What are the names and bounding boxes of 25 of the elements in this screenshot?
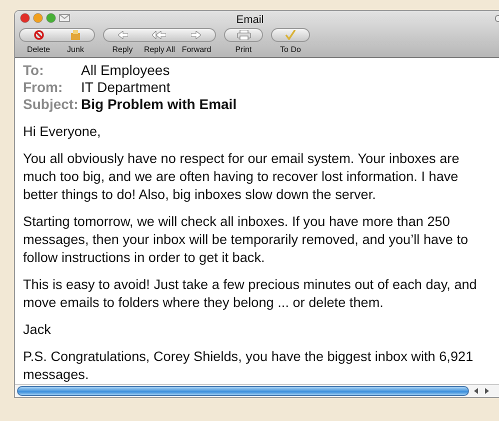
header-value: IT Department [81, 79, 170, 96]
message-paragraph: Jack [23, 321, 52, 339]
header-label: From: [23, 79, 64, 96]
scroll-right-icon[interactable] [483, 387, 491, 395]
message-paragraph: This is easy to avoid! Just take a few precious minutes out of each day, and move emails to folders where they belong ... or delete them. [23, 276, 478, 312]
scroll-left-icon[interactable] [472, 387, 480, 395]
checkmark-icon [285, 30, 296, 40]
header-value: All Employees [81, 62, 170, 79]
window-title: Email [236, 14, 264, 26]
header-label: To: [23, 62, 45, 79]
scroll-thumb[interactable] [17, 386, 469, 396]
printer-icon [236, 30, 250, 40]
no-entry-icon [34, 30, 44, 40]
double-left-arrow-icon [152, 31, 166, 39]
message-paragraph: Hi Everyone, [23, 123, 102, 141]
header-label: Subject: [23, 96, 80, 113]
horizontal-scrollbar[interactable] [15, 384, 499, 397]
envelope-icon [59, 14, 70, 22]
left-arrow-icon [118, 31, 128, 39]
message-paragraph: Starting tomorrow, we will check all inboxes. If you have more than 250 messages, then your inbox will be temporarily removed, and you’ll have to follow instructions in order to get it back. [23, 213, 470, 267]
right-arrow-icon [191, 31, 201, 39]
message-paragraph: P.S. Congratulations, Corey Shields, you have the biggest inbox with 6,921 messages. [23, 348, 474, 384]
bag-icon [70, 30, 80, 40]
message-paragraph: You all obviously have no respect for our email system. Your inboxes are much too big, and we are often having to recover lost information. I have better things to do! Also, big inboxes slow down the server. [23, 150, 460, 204]
header-value: Big Problem with Email [81, 96, 237, 113]
